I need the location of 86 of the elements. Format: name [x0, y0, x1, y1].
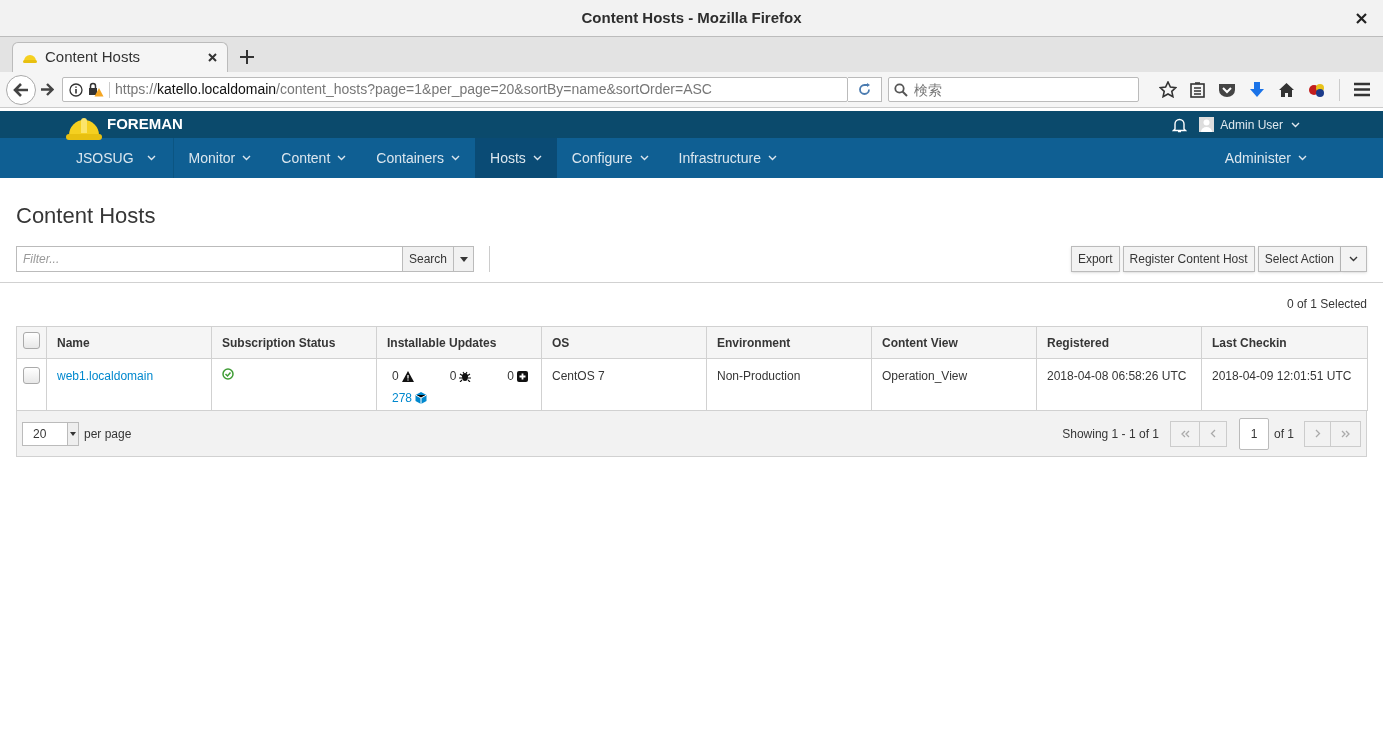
nav-menu-item[interactable]: Monitor	[173, 138, 267, 178]
select-action-button[interactable]: Select Action	[1257, 246, 1341, 272]
search-button[interactable]: Search	[402, 246, 455, 272]
table-cell: 2018-04-09 12:01:51 UTC	[1212, 369, 1352, 383]
nav-menu-item[interactable]: Administer	[1209, 138, 1322, 178]
notification-bell-icon[interactable]	[1172, 116, 1188, 133]
page-title: Content Hosts	[16, 202, 157, 230]
window-title: Content Hosts - Mozilla Firefox	[581, 7, 802, 28]
table-cell: CentOS 7	[552, 369, 605, 383]
close-icon	[208, 53, 217, 62]
host-name-link[interactable]: web1.localdomain	[57, 369, 154, 383]
browser-tab[interactable]: Content Hosts	[12, 42, 228, 72]
pocket-icon[interactable]	[1218, 81, 1236, 98]
per-page-select[interactable]: 20	[22, 421, 79, 446]
update-count[interactable]: 0	[449, 367, 472, 385]
chevron-down-icon	[1298, 155, 1307, 161]
page-total: of 1	[1274, 425, 1294, 443]
checkbox[interactable]	[23, 367, 40, 384]
column-header[interactable]: Name	[57, 335, 90, 350]
page-number-field[interactable]: 1	[1239, 417, 1269, 450]
update-count[interactable]: 0	[507, 367, 528, 385]
chevron-down-icon	[242, 155, 252, 161]
action-button[interactable]: Register Content Host	[1122, 246, 1255, 272]
back-arrow-icon	[13, 82, 29, 97]
chevron-right-icon	[1314, 429, 1321, 438]
per-page-label: per page	[84, 425, 132, 443]
brand-name[interactable]: FOREMAN	[107, 113, 183, 136]
menu-icon[interactable]	[1353, 82, 1371, 97]
table-cell: Non-Production	[717, 369, 801, 383]
selection-count: 0 of 1 Selected	[1286, 296, 1367, 313]
update-count[interactable]: 0	[392, 367, 414, 385]
hardhat-icon	[23, 52, 37, 63]
nav-menu-item[interactable]: Content	[266, 138, 362, 178]
address-bar[interactable]: https://katello.localdomain/content_hosts?page=1&per_page=20&sortBy=name&sortOrder=ASC	[62, 77, 848, 102]
forward-arrow-icon	[40, 83, 54, 96]
close-icon	[1355, 12, 1367, 24]
double-chevron-right-icon	[1340, 429, 1351, 438]
search-field[interactable]: 検索	[888, 77, 1139, 102]
caret-icon	[459, 256, 468, 262]
chevron-left-icon	[1210, 429, 1216, 438]
chevron-down-icon	[532, 155, 542, 161]
nav-menu-item[interactable]: JSOSUG	[59, 138, 174, 178]
download-arrow-icon[interactable]	[1249, 81, 1265, 98]
lock-warning-icon	[88, 82, 104, 97]
chevron-down-icon	[639, 155, 649, 161]
chevron-down-icon	[146, 155, 156, 161]
plus-icon	[240, 50, 254, 64]
package-cube-icon	[415, 392, 428, 404]
url-text: https://katello.localdomain/content_hosts?page=1&per_page=20&sortBy=name&sortOrder=ASC	[115, 80, 712, 99]
back-button[interactable]	[6, 74, 36, 105]
table-cell: Operation_View	[882, 369, 968, 383]
chevron-down-icon	[337, 155, 347, 161]
select-action-dropdown-button[interactable]	[1341, 246, 1367, 272]
user-menu[interactable]: Admin User	[1220, 115, 1300, 134]
search-dropdown-button[interactable]	[454, 246, 475, 272]
chevron-down-icon	[1349, 256, 1358, 262]
clipboard-icon[interactable]	[1190, 81, 1205, 98]
bug-icon	[459, 370, 472, 382]
showing-count: Showing 1 - 1 of 1	[1062, 425, 1159, 443]
nav-menu-item[interactable]: Hosts	[475, 138, 557, 178]
chevron-down-icon	[768, 155, 777, 161]
checkbox[interactable]	[23, 331, 40, 349]
filter-field[interactable]: Filter...	[16, 246, 402, 272]
chevron-down-icon	[451, 155, 460, 161]
action-button[interactable]: Export	[1070, 246, 1120, 272]
star-icon[interactable]	[1159, 81, 1177, 98]
info-icon	[69, 82, 83, 97]
nav-menu-item[interactable]: Configure	[556, 138, 664, 178]
package-count-link[interactable]: 278	[392, 389, 428, 407]
caret-icon	[70, 431, 76, 436]
double-chevron-left-icon	[1180, 429, 1190, 438]
close-button[interactable]	[1353, 10, 1369, 26]
warning-triangle-icon	[401, 370, 414, 382]
close-tab-button[interactable]	[208, 53, 217, 62]
reload-icon	[858, 83, 871, 96]
column-header[interactable]: OS	[552, 335, 570, 350]
chevron-down-icon	[1291, 121, 1300, 128]
nav-menu-item[interactable]: Infrastructure	[663, 138, 792, 178]
table-cell: 2018-04-08 06:58:26 UTC	[1047, 369, 1187, 383]
home-icon[interactable]	[1278, 81, 1295, 98]
plus-square-icon	[517, 370, 528, 382]
column-header[interactable]: Registered	[1047, 335, 1110, 350]
user-avatar-icon	[1199, 117, 1215, 132]
colored-balls-icon[interactable]	[1308, 81, 1326, 98]
nav-menu-item[interactable]: Containers	[361, 138, 475, 178]
reload-button[interactable]	[848, 77, 882, 102]
